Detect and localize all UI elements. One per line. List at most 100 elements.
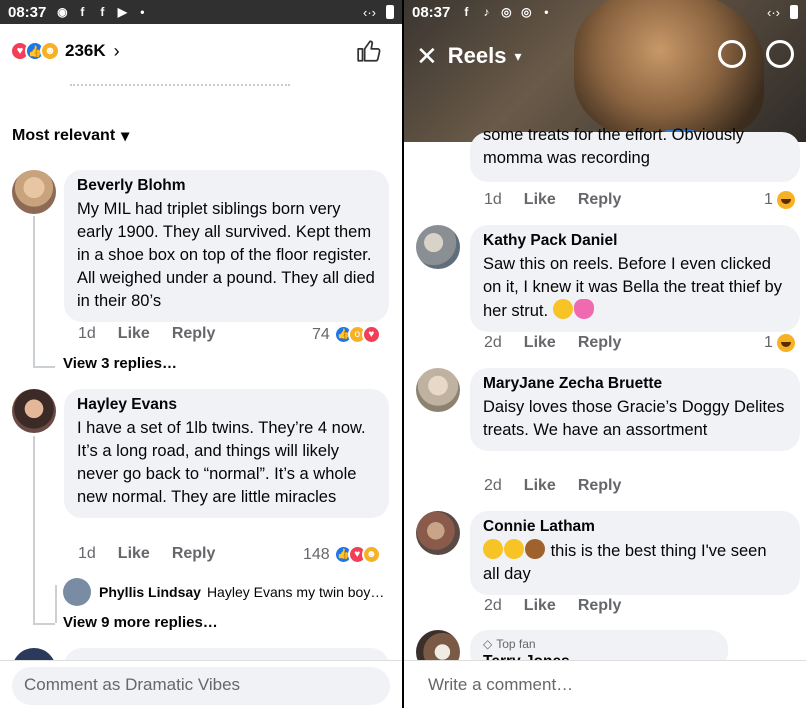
reply-link[interactable]: Reply [578,477,622,495]
tiktok-icon: ♪ [483,5,490,19]
right-panel-reels: 08:37 f ♪ ◎ ◎ • ‹·› ✕ Reels ▾ some treat… [404,0,806,708]
instagram-icon: ◎ [521,5,532,19]
comment-actions: 1d Like Reply [78,325,237,343]
rolling-laughing-emoji-icon [504,539,524,559]
like-link[interactable]: Like [524,477,556,495]
chevron-right-icon: › [113,40,120,61]
avatar[interactable] [416,368,460,412]
battery-icon [386,5,394,19]
view-replies-link[interactable]: View 3 replies… [63,355,177,372]
love-reaction-icon: ♥ [361,325,381,344]
thread-line [33,436,35,623]
comment-actions: 1d Like Reply [484,191,643,209]
avatar[interactable] [12,389,56,433]
view-replies-link[interactable]: View 9 more replies… [63,614,218,631]
battery-icon [790,5,798,19]
left-panel-comments: 08:37 ◉ f f ▶ • ‹·› ♥ 👍 ☻ 236K › Most re… [0,0,402,708]
dot-icon: • [544,5,549,19]
comment-text: I have a set of 1lb twins. They’re 4 now… [77,419,366,506]
sort-dropdown[interactable]: Most relevant ▾ [12,126,129,146]
comment-bubble: MaryJane Zecha Bruette Daisy loves those… [470,368,800,451]
laughing-emoji-icon [552,299,573,319]
comment-input[interactable]: Comment as Dramatic Vibes [12,667,390,705]
cut-off-text [70,80,290,86]
reaction-number: 148 [303,545,330,563]
thread-line [33,366,55,368]
comment-author[interactable]: MaryJane Zecha Bruette [483,375,787,393]
comment-bubble: some treats for the effort. Obviously mo… [470,126,800,182]
avatar [63,578,91,606]
avatar[interactable] [12,170,56,214]
like-button-icon[interactable] [356,38,382,64]
avatar[interactable] [416,225,460,269]
care-reaction-icon: ☻ [361,545,381,564]
instagram-icon: ◎ [501,5,512,19]
reply-link[interactable]: Reply [172,325,216,343]
comment-bubble: Kathy Pack Daniel Saw this on reels. Bef… [470,225,800,332]
data-arrows-icon: ‹·› [363,4,376,20]
haha-reaction-icon [776,334,795,352]
like-link[interactable]: Like [524,334,556,352]
comment-time: 1d [484,191,502,208]
comment-reactions[interactable]: 148 👍 ♥ ☻ [303,545,381,564]
comment-reactions[interactable]: 1 [764,334,795,352]
chevron-down-icon: ▾ [121,128,130,145]
laughing-emoji-icon [483,539,503,559]
facebook-icon: f [80,5,85,19]
comment-author[interactable]: Beverly Blohm [77,177,376,195]
care-reaction-icon: ☻ [40,41,60,61]
like-link[interactable]: Like [118,545,150,563]
reaction-count: 236K [65,41,106,60]
reply-link[interactable]: Reply [578,597,622,615]
comment-time: 2d [484,334,502,351]
reactions-header[interactable]: ♥ 👍 ☻ 236K › [0,24,402,78]
search-icon[interactable] [718,40,746,68]
haha-reaction-icon [776,191,795,209]
comment-reactions[interactable]: 1 [764,191,795,209]
reaction-number: 1 [764,334,773,351]
comment-text-fragment: momma was recording [483,149,650,167]
thread-line [33,216,35,366]
comment-text-body: Saw this on reels. Before I even clicked… [483,255,782,320]
like-link[interactable]: Like [524,191,556,209]
badge-label: Top fan [496,637,536,651]
comment-bubble: Connie Latham this is the best thing I'v… [470,511,800,595]
avatar[interactable] [416,511,460,555]
bear-emoji-icon [525,539,545,559]
pink-heart-emoji-icon [573,299,594,319]
profile-icon[interactable] [766,40,794,68]
reply-link[interactable]: Reply [578,191,622,209]
like-link[interactable]: Like [524,597,556,615]
comment-actions: 2d Like Reply [484,334,643,352]
comment-time: 1d [78,325,96,342]
comment-reactions[interactable]: 74 👍 o ♥ [312,325,381,344]
comment-text-fragment: some treats for the effort. Obviously [483,126,745,144]
like-link[interactable]: Like [118,325,150,343]
reply-link[interactable]: Reply [172,545,216,563]
comment-actions: 2d Like Reply [484,597,643,615]
reply-author: Phyllis Lindsay [99,584,201,600]
comment-author[interactable]: Kathy Pack Daniel [483,232,787,250]
comment-text: this is the best thing I've seen all day [483,539,787,586]
comment-text: Daisy loves those Gracie’s Doggy Delites… [483,398,785,439]
chevron-down-icon[interactable]: ▾ [515,48,522,65]
comment-author[interactable]: Connie Latham [483,518,787,536]
facebook-icon: f [100,5,105,19]
reels-header: ✕ Reels ▾ [404,26,806,86]
status-bar: 08:37 f ♪ ◎ ◎ • ‹·› [404,0,806,24]
reply-snippet: Hayley Evans my twin boy… [206,584,385,600]
comment-time: 1d [78,545,96,562]
comment-time: 2d [484,597,502,614]
dot-icon: • [140,5,145,19]
reply-preview[interactable]: Phyllis Lindsay Hayley Evans my twin boy… [63,578,393,606]
status-time: 08:37 [8,3,47,21]
comment-composer: Write a comment… [404,660,806,708]
comment-actions: 1d Like Reply [78,545,237,563]
comment-author[interactable]: Hayley Evans [77,396,376,414]
page-title[interactable]: Reels [448,43,507,69]
comment-bubble: Beverly Blohm My MIL had triplet sibling… [64,170,389,322]
comment-input[interactable]: Write a comment… [428,669,794,707]
reply-link[interactable]: Reply [578,334,622,352]
status-bar: 08:37 ◉ f f ▶ • ‹·› [0,0,402,24]
close-icon[interactable]: ✕ [416,41,438,72]
